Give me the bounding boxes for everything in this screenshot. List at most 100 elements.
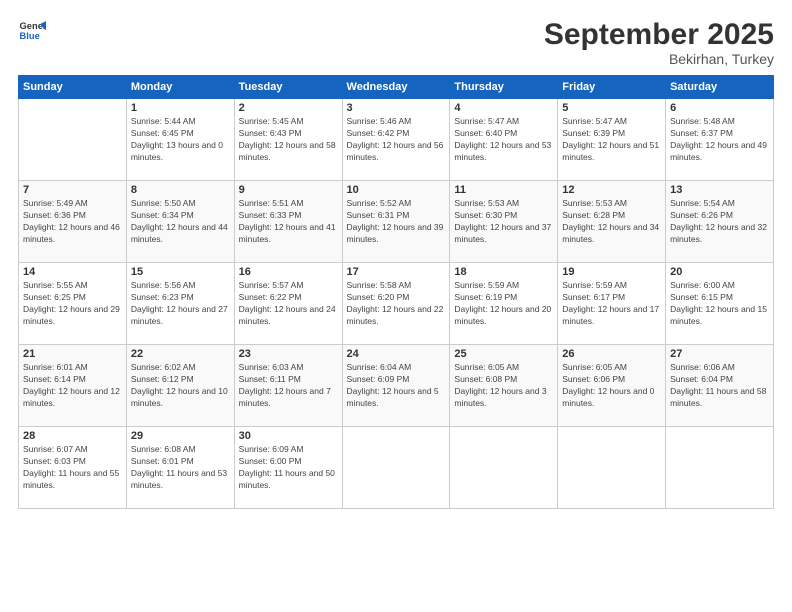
- day-number: 18: [454, 266, 553, 278]
- calendar-cell: 11Sunrise: 5:53 AM Sunset: 6:30 PM Dayli…: [450, 181, 558, 263]
- day-number: 11: [454, 184, 553, 196]
- page-header: General Blue September 2025 Bekirhan, Tu…: [18, 18, 774, 67]
- calendar-cell: 3 Sunrise: 5:46 AM Sunset: 6:42 PM Daylig…: [342, 99, 450, 181]
- calendar-cell: 26 Sunrise: 6:05 AM Sunset: 6:06 PM Dayli…: [558, 345, 666, 427]
- calendar-cell: 23 Sunrise: 6:03 AM Sunset: 6:11 PM Dayli…: [234, 345, 342, 427]
- day-info: Sunrise: 5:58 AM Sunset: 6:20 PM Dayligh…: [347, 280, 446, 328]
- day-number: 24: [347, 348, 446, 360]
- svg-text:Blue: Blue: [20, 31, 40, 41]
- month-title: September 2025: [544, 18, 774, 51]
- day-number: 21: [23, 348, 122, 360]
- calendar-cell: 20 Sunrise: 6:00 AM Sunset: 6:15 PM Dayli…: [666, 263, 774, 345]
- calendar-cell: 10Sunrise: 5:52 AM Sunset: 6:31 PM Dayli…: [342, 181, 450, 263]
- calendar-cell: 8 Sunrise: 5:50 AM Sunset: 6:34 PM Daylig…: [126, 181, 234, 263]
- day-number: 13: [670, 184, 769, 196]
- day-info: Sunrise: 6:08 AM Sunset: 6:01 PM Dayligh…: [131, 444, 230, 492]
- day-info: Sunrise: 5:48 AM Sunset: 6:37 PM Dayligh…: [670, 116, 769, 164]
- calendar-cell: [558, 427, 666, 509]
- day-info: Sunrise: 5:45 AM Sunset: 6:43 PM Dayligh…: [239, 116, 338, 164]
- calendar-cell: 12 Sunrise: 5:53 AM Sunset: 6:28 PM Dayli…: [558, 181, 666, 263]
- calendar-cell: 5 Sunrise: 5:47 AM Sunset: 6:39 PM Daylig…: [558, 99, 666, 181]
- day-number: 4: [454, 102, 553, 114]
- header-sunday: Sunday: [19, 76, 127, 99]
- day-info: Sunrise: 5:55 AM Sunset: 6:25 PM Dayligh…: [23, 280, 122, 328]
- day-info: Sunrise: 5:54 AM Sunset: 6:26 PM Dayligh…: [670, 198, 769, 246]
- day-info: Sunrise: 6:05 AM Sunset: 6:06 PM Dayligh…: [562, 362, 661, 410]
- header-saturday: Saturday: [666, 76, 774, 99]
- day-number: 19: [562, 266, 661, 278]
- day-info: Sunrise: 5:47 AM Sunset: 6:39 PM Dayligh…: [562, 116, 661, 164]
- logo: General Blue: [18, 18, 46, 46]
- day-info: Sunrise: 6:03 AM Sunset: 6:11 PM Dayligh…: [239, 362, 338, 410]
- day-info: Sunrise: 6:07 AM Sunset: 6:03 PM Dayligh…: [23, 444, 122, 492]
- day-info: Sunrise: 5:53 AM Sunset: 6:28 PM Dayligh…: [562, 198, 661, 246]
- calendar-cell: 21 Sunrise: 6:01 AM Sunset: 6:14 PM Dayli…: [19, 345, 127, 427]
- calendar-week-3: 14 Sunrise: 5:55 AM Sunset: 6:25 PM Dayli…: [19, 263, 774, 345]
- header-thursday: Thursday: [450, 76, 558, 99]
- calendar-week-2: 7Sunrise: 5:49 AM Sunset: 6:36 PM Daylig…: [19, 181, 774, 263]
- calendar-table: Sunday Monday Tuesday Wednesday Thursday…: [18, 75, 774, 509]
- calendar-cell: [450, 427, 558, 509]
- day-info: Sunrise: 5:46 AM Sunset: 6:42 PM Dayligh…: [347, 116, 446, 164]
- day-number: 7: [23, 184, 122, 196]
- day-info: Sunrise: 5:44 AM Sunset: 6:45 PM Dayligh…: [131, 116, 230, 164]
- calendar-cell: 17 Sunrise: 5:58 AM Sunset: 6:20 PM Dayli…: [342, 263, 450, 345]
- day-info: Sunrise: 5:50 AM Sunset: 6:34 PM Dayligh…: [131, 198, 230, 246]
- header-monday: Monday: [126, 76, 234, 99]
- day-info: Sunrise: 6:04 AM Sunset: 6:09 PM Dayligh…: [347, 362, 446, 410]
- calendar-cell: 29 Sunrise: 6:08 AM Sunset: 6:01 PM Dayli…: [126, 427, 234, 509]
- day-info: Sunrise: 6:00 AM Sunset: 6:15 PM Dayligh…: [670, 280, 769, 328]
- calendar-week-5: 28 Sunrise: 6:07 AM Sunset: 6:03 PM Dayli…: [19, 427, 774, 509]
- day-number: 5: [562, 102, 661, 114]
- calendar-cell: 7Sunrise: 5:49 AM Sunset: 6:36 PM Daylig…: [19, 181, 127, 263]
- calendar-cell: 15 Sunrise: 5:56 AM Sunset: 6:23 PM Dayli…: [126, 263, 234, 345]
- day-number: 14: [23, 266, 122, 278]
- calendar-cell: 24 Sunrise: 6:04 AM Sunset: 6:09 PM Dayli…: [342, 345, 450, 427]
- day-number: 27: [670, 348, 769, 360]
- day-number: 16: [239, 266, 338, 278]
- day-number: 20: [670, 266, 769, 278]
- calendar-cell: 19Sunrise: 5:59 AM Sunset: 6:17 PM Dayli…: [558, 263, 666, 345]
- day-info: Sunrise: 5:59 AM Sunset: 6:19 PM Dayligh…: [454, 280, 553, 328]
- day-number: 30: [239, 430, 338, 442]
- calendar-cell: [666, 427, 774, 509]
- calendar-cell: 16 Sunrise: 5:57 AM Sunset: 6:22 PM Dayli…: [234, 263, 342, 345]
- day-number: 29: [131, 430, 230, 442]
- day-info: Sunrise: 5:51 AM Sunset: 6:33 PM Dayligh…: [239, 198, 338, 246]
- calendar-cell: 6 Sunrise: 5:48 AM Sunset: 6:37 PM Daylig…: [666, 99, 774, 181]
- header-friday: Friday: [558, 76, 666, 99]
- title-block: September 2025 Bekirhan, Turkey: [544, 18, 774, 67]
- day-info: Sunrise: 5:56 AM Sunset: 6:23 PM Dayligh…: [131, 280, 230, 328]
- day-number: 17: [347, 266, 446, 278]
- day-info: Sunrise: 5:47 AM Sunset: 6:40 PM Dayligh…: [454, 116, 553, 164]
- day-number: 8: [131, 184, 230, 196]
- calendar-cell: 9 Sunrise: 5:51 AM Sunset: 6:33 PM Daylig…: [234, 181, 342, 263]
- calendar-cell: 18 Sunrise: 5:59 AM Sunset: 6:19 PM Dayli…: [450, 263, 558, 345]
- day-info: Sunrise: 5:57 AM Sunset: 6:22 PM Dayligh…: [239, 280, 338, 328]
- calendar-cell: 22 Sunrise: 6:02 AM Sunset: 6:12 PM Dayli…: [126, 345, 234, 427]
- day-number: 9: [239, 184, 338, 196]
- day-number: 3: [347, 102, 446, 114]
- day-number: 28: [23, 430, 122, 442]
- day-number: 2: [239, 102, 338, 114]
- day-number: 26: [562, 348, 661, 360]
- day-number: 22: [131, 348, 230, 360]
- day-number: 6: [670, 102, 769, 114]
- day-number: 15: [131, 266, 230, 278]
- day-info: Sunrise: 6:02 AM Sunset: 6:12 PM Dayligh…: [131, 362, 230, 410]
- day-number: 12: [562, 184, 661, 196]
- header-wednesday: Wednesday: [342, 76, 450, 99]
- location-subtitle: Bekirhan, Turkey: [544, 51, 774, 67]
- calendar-cell: 1 Sunrise: 5:44 AM Sunset: 6:45 PM Daylig…: [126, 99, 234, 181]
- day-info: Sunrise: 6:05 AM Sunset: 6:08 PM Dayligh…: [454, 362, 553, 410]
- day-number: 1: [131, 102, 230, 114]
- calendar-cell: 27Sunrise: 6:06 AM Sunset: 6:04 PM Dayli…: [666, 345, 774, 427]
- day-number: 23: [239, 348, 338, 360]
- calendar-cell: [19, 99, 127, 181]
- calendar-cell: 14 Sunrise: 5:55 AM Sunset: 6:25 PM Dayli…: [19, 263, 127, 345]
- day-number: 10: [347, 184, 446, 196]
- calendar-week-1: 1 Sunrise: 5:44 AM Sunset: 6:45 PM Daylig…: [19, 99, 774, 181]
- day-info: Sunrise: 6:01 AM Sunset: 6:14 PM Dayligh…: [23, 362, 122, 410]
- calendar-cell: 13 Sunrise: 5:54 AM Sunset: 6:26 PM Dayli…: [666, 181, 774, 263]
- logo-icon: General Blue: [18, 18, 46, 46]
